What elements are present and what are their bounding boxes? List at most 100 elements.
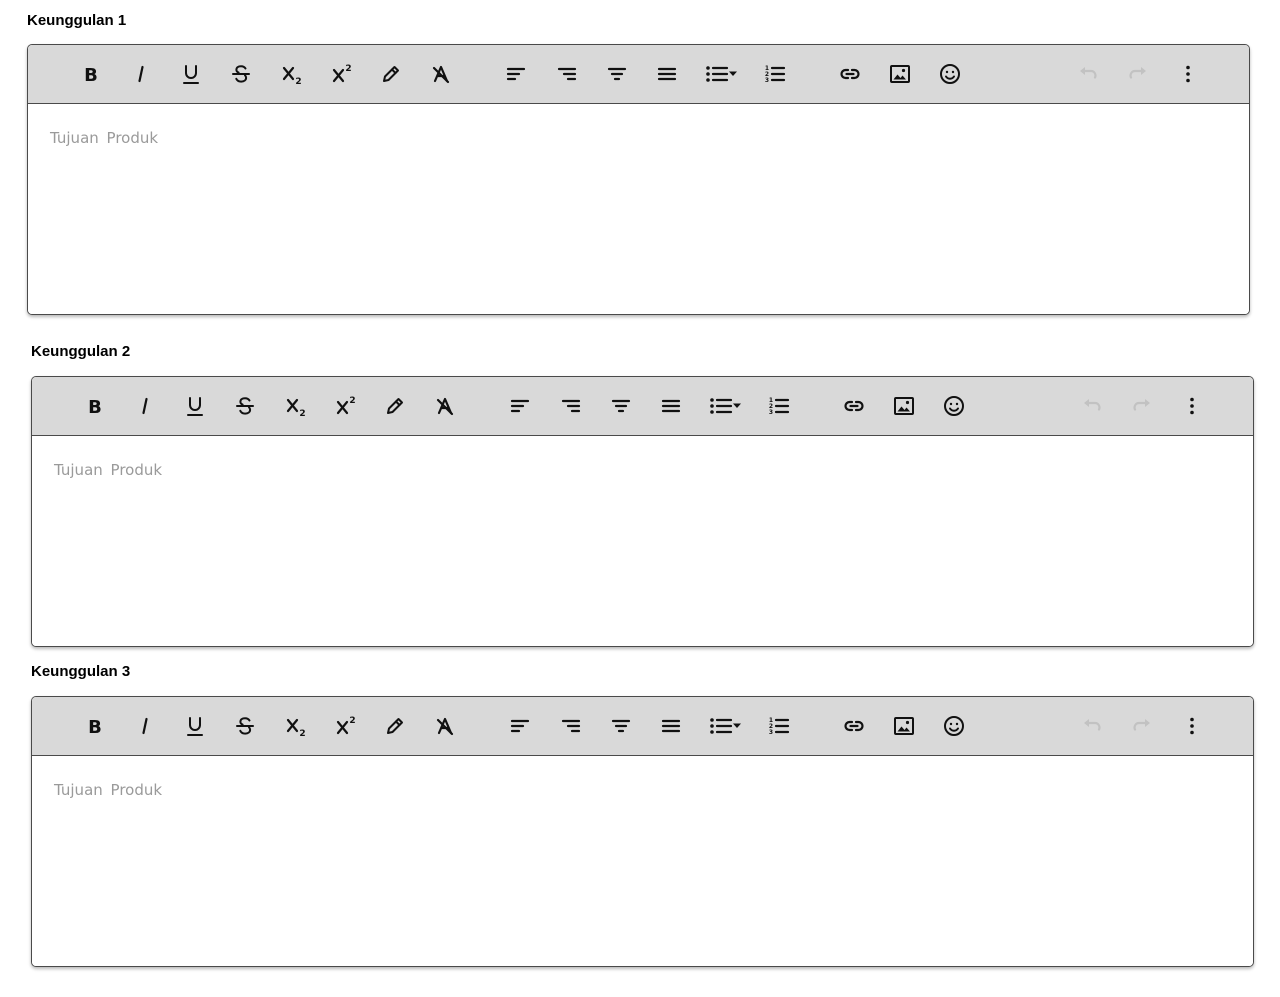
bullet-list-dropdown-icon (708, 394, 742, 418)
highlight-button[interactable] (379, 390, 411, 422)
align-justify-icon (659, 394, 683, 418)
svg-text:2: 2 (349, 716, 355, 726)
insert-image-button[interactable] (884, 58, 916, 90)
italic-button[interactable] (129, 710, 161, 742)
redo-button[interactable] (1122, 58, 1154, 90)
numbered-list-button[interactable]: 123 (763, 710, 795, 742)
subscript-button[interactable]: 2 (276, 58, 308, 90)
insert-image-button[interactable] (888, 390, 920, 422)
svg-text:2: 2 (299, 729, 305, 738)
align-center-button[interactable] (601, 58, 633, 90)
align-left-button[interactable] (500, 58, 532, 90)
underline-button[interactable] (175, 58, 207, 90)
bullet-list-dropdown-icon (708, 714, 742, 738)
superscript-button[interactable]: 2 (330, 390, 362, 422)
align-left-button[interactable] (504, 710, 536, 742)
insert-image-button[interactable] (888, 710, 920, 742)
undo-icon (1080, 714, 1104, 738)
insert-link-button[interactable] (838, 390, 870, 422)
numbered-list-button[interactable]: 123 (763, 390, 795, 422)
align-center-icon (609, 714, 633, 738)
strikethrough-icon (229, 62, 253, 86)
italic-button[interactable] (125, 58, 157, 90)
insert-emoji-button[interactable] (934, 58, 966, 90)
align-center-button[interactable] (605, 710, 637, 742)
highlight-button[interactable] (379, 710, 411, 742)
italic-button[interactable] (129, 390, 161, 422)
align-justify-icon (659, 714, 683, 738)
align-justify-button[interactable] (655, 390, 687, 422)
strikethrough-button[interactable] (229, 390, 261, 422)
bullet-list-button[interactable] (701, 58, 741, 90)
align-right-button[interactable] (551, 58, 583, 90)
insert-link-button[interactable] (838, 710, 870, 742)
more-options-button[interactable] (1176, 390, 1208, 422)
more-options-button[interactable] (1172, 58, 1204, 90)
align-right-button[interactable] (555, 390, 587, 422)
bullet-list-dropdown-icon (704, 62, 738, 86)
underline-button[interactable] (179, 710, 211, 742)
svg-text:3: 3 (769, 729, 773, 736)
bold-button[interactable]: B (79, 390, 111, 422)
redo-button[interactable] (1126, 710, 1158, 742)
italic-icon (133, 714, 157, 738)
image-icon (892, 394, 916, 418)
insert-emoji-button[interactable] (938, 390, 970, 422)
align-justify-button[interactable] (655, 710, 687, 742)
align-left-button[interactable] (504, 390, 536, 422)
align-justify-icon (655, 62, 679, 86)
svg-text:2: 2 (349, 396, 355, 406)
link-icon (842, 714, 866, 738)
bold-icon: B (79, 62, 103, 86)
insert-emoji-button[interactable] (938, 710, 970, 742)
align-left-icon (508, 714, 532, 738)
align-center-button[interactable] (605, 390, 637, 422)
editor-placeholder: Tujuan Produk (54, 461, 163, 479)
italic-icon (133, 394, 157, 418)
bullet-list-button[interactable] (705, 390, 745, 422)
clear-formatting-icon (429, 62, 453, 86)
editor-content-area[interactable]: Tujuan Produk (28, 104, 1249, 314)
svg-text:B: B (88, 717, 102, 738)
more-vertical-icon (1176, 62, 1200, 86)
underline-button[interactable] (179, 390, 211, 422)
align-justify-button[interactable] (651, 58, 683, 90)
strikethrough-icon (233, 394, 257, 418)
clear-formatting-button[interactable] (425, 58, 457, 90)
numbered-list-button[interactable]: 123 (759, 58, 791, 90)
more-options-button[interactable] (1176, 710, 1208, 742)
strikethrough-button[interactable] (225, 58, 257, 90)
more-vertical-icon (1180, 394, 1204, 418)
section-title: Keunggulan 3 (31, 663, 131, 680)
subscript-button[interactable]: 2 (280, 710, 312, 742)
image-icon (892, 714, 916, 738)
superscript-button[interactable]: 2 (330, 710, 362, 742)
bullet-list-button[interactable] (705, 710, 745, 742)
redo-button[interactable] (1126, 390, 1158, 422)
emoji-icon (938, 62, 962, 86)
superscript-button[interactable]: 2 (326, 58, 358, 90)
link-icon (842, 394, 866, 418)
editor-toolbar: B 2 2 123 (28, 45, 1249, 104)
highlight-button[interactable] (375, 58, 407, 90)
underline-icon (183, 714, 207, 738)
insert-link-button[interactable] (834, 58, 866, 90)
bold-button[interactable]: B (75, 58, 107, 90)
svg-text:2: 2 (295, 77, 301, 86)
undo-button[interactable] (1076, 390, 1108, 422)
editor-content-area[interactable]: Tujuan Produk (32, 436, 1253, 646)
rich-text-editor: B 2 2 1 2 3 Tujuan Produk (31, 696, 1254, 967)
subscript-button[interactable]: 2 (280, 390, 312, 422)
align-right-button[interactable] (555, 710, 587, 742)
numbered-list-icon: 123 (767, 714, 791, 738)
clear-formatting-button[interactable] (429, 390, 461, 422)
strikethrough-icon (233, 714, 257, 738)
clear-formatting-button[interactable] (429, 710, 461, 742)
undo-button[interactable] (1072, 58, 1104, 90)
bold-button[interactable]: B (79, 710, 111, 742)
undo-button[interactable] (1076, 710, 1108, 742)
svg-text:3: 3 (765, 77, 769, 84)
strikethrough-button[interactable] (229, 710, 261, 742)
editor-content-area[interactable]: Tujuan Produk (32, 756, 1253, 966)
underline-icon (183, 394, 207, 418)
